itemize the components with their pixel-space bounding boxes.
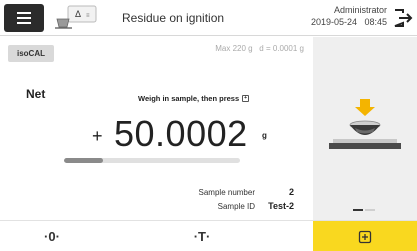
sample-number-label: Sample number xyxy=(198,188,255,197)
menu-button[interactable] xyxy=(4,4,44,32)
balance-capacity-info: Max 220 g d = 0.0001 g xyxy=(215,44,304,53)
date-time: 2019-05-24 08:45 xyxy=(310,17,387,27)
isocal-button[interactable]: isoCAL xyxy=(8,45,54,62)
logout-icon[interactable] xyxy=(391,6,415,30)
balance-with-crucible-illustration xyxy=(329,99,401,149)
net-label: Net xyxy=(26,87,46,101)
bottom-action-bar: ·0· ·T· xyxy=(0,220,417,251)
menu-icon-line xyxy=(17,12,31,14)
add-sample-button[interactable] xyxy=(313,221,417,251)
weight-value: 50.0002 xyxy=(114,113,248,154)
menu-icon-line xyxy=(17,22,31,24)
tare-button[interactable]: ·T· xyxy=(150,221,254,251)
svg-text:Δ: Δ xyxy=(75,9,81,19)
page-dot xyxy=(365,209,375,211)
svg-text:≡: ≡ xyxy=(86,13,90,19)
instruction-text: Weigh in sample, then press + xyxy=(138,94,250,103)
weighing-area: isoCAL Max 220 g d = 0.0001 g Net Weigh … xyxy=(0,37,312,220)
header-bar: Δ ≡ Residue on ignition Administrator 20… xyxy=(0,0,417,36)
instruction-label: Weigh in sample, then press xyxy=(138,94,240,103)
page-dot-active xyxy=(353,209,363,211)
menu-icon-line xyxy=(17,17,31,19)
add-sample-icon xyxy=(358,230,372,243)
weight-unit: g xyxy=(262,131,267,140)
sample-number-value: 2 xyxy=(288,187,294,197)
sample-id-label: Sample ID xyxy=(217,202,255,211)
weighing-progress-bar xyxy=(64,158,240,163)
zero-button[interactable]: ·0· xyxy=(0,221,104,251)
user-info[interactable]: Administrator 2019-05-24 08:45 xyxy=(311,4,387,28)
add-sample-small-icon: + xyxy=(242,95,250,102)
app-title: Residue on ignition xyxy=(122,11,225,25)
weighing-progress-fill xyxy=(64,158,103,163)
weight-sign: + xyxy=(92,126,103,146)
crucible-delta-icon[interactable]: Δ ≡ xyxy=(54,5,104,31)
sample-id-value: Test-2 xyxy=(268,201,294,211)
side-panel xyxy=(313,37,417,220)
page-indicator xyxy=(353,209,375,211)
user-name: Administrator xyxy=(333,5,387,15)
